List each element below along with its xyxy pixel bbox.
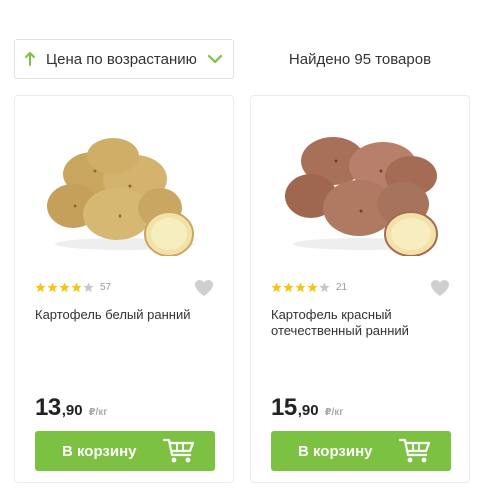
add-to-cart-label: В корзину [62,442,137,460]
arrow-up-icon [25,52,35,66]
star-icon [71,282,82,293]
star-empty-icon [83,282,94,293]
chevron-down-icon [207,54,223,64]
add-to-cart-button[interactable]: В корзину [271,431,451,471]
product-title[interactable]: Картофель белый ранний [35,307,215,323]
rating: 57 [35,282,111,293]
heart-icon[interactable] [430,279,450,297]
price-integer: 15 [271,394,297,421]
product-image-white-potatoes[interactable] [35,116,215,256]
cart-icon [163,438,195,463]
product-card[interactable]: 57 Картофель белый ранний 13 ,90 ₽/кг В … [14,95,234,483]
star-icon [59,282,70,293]
star-empty-icon [319,282,330,293]
star-icon [35,282,46,293]
star-icon [283,282,294,293]
rating-count: 57 [100,282,112,293]
product-price: 13 ,90 ₽/кг [35,394,107,422]
price-unit: ₽/кг [88,407,108,418]
sort-select[interactable]: Цена по возрастанию [14,39,234,79]
product-title[interactable]: Картофель красный отечественный ранний [271,307,451,339]
price-integer: 13 [35,394,61,421]
product-image-red-potatoes[interactable] [271,116,451,256]
price-fraction: ,90 [61,402,83,419]
heart-icon[interactable] [194,279,214,297]
rating: 21 [271,282,347,293]
price-unit: ₽/кг [324,407,344,418]
star-icon [47,282,58,293]
star-icon [295,282,306,293]
product-price: 15 ,90 ₽/кг [271,394,343,422]
star-icon [271,282,282,293]
star-icon [307,282,318,293]
price-fraction: ,90 [297,402,319,419]
sort-select-label: Цена по возрастанию [46,50,197,68]
cart-icon [399,438,431,463]
rating-count: 21 [336,282,348,293]
add-to-cart-button[interactable]: В корзину [35,431,215,471]
add-to-cart-label: В корзину [298,442,373,460]
product-card[interactable]: 21 Картофель красный отечественный ранни… [250,95,470,483]
results-count: Найдено 95 товаров [288,50,432,68]
